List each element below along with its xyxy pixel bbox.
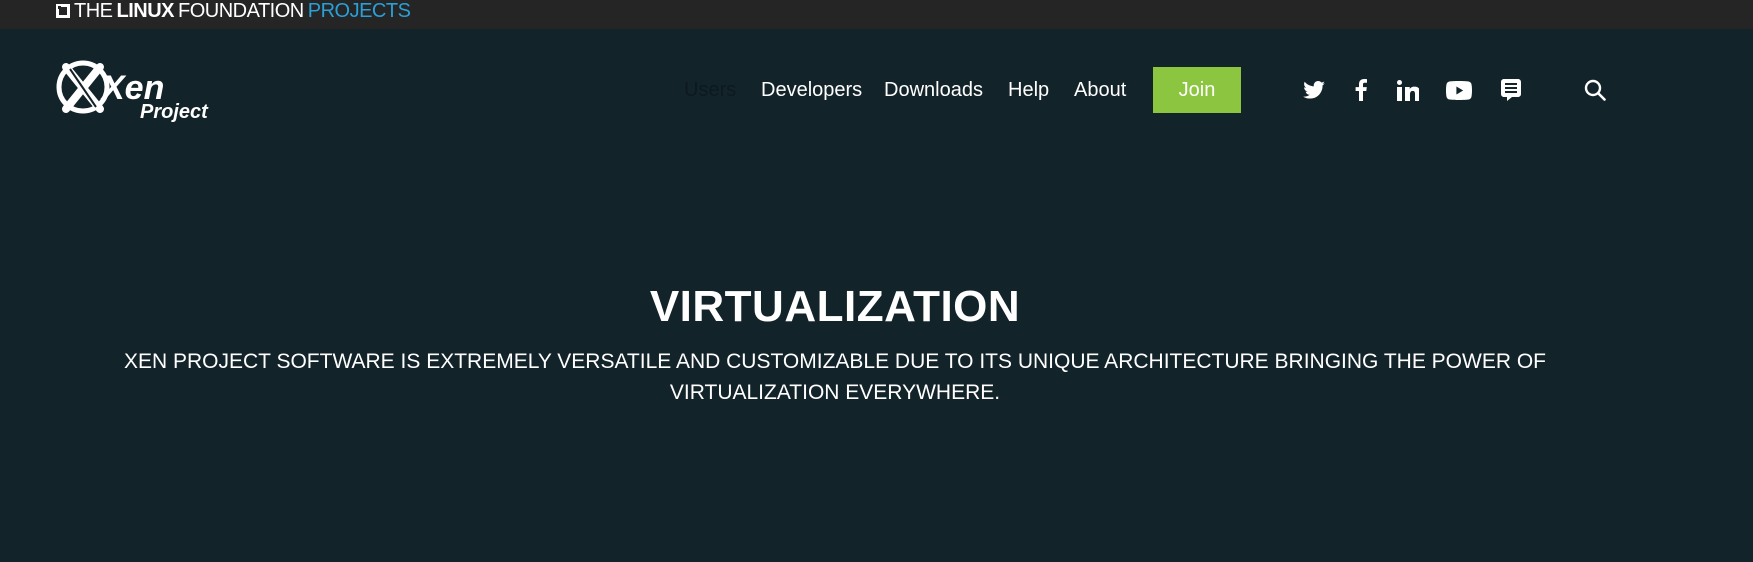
nav-users[interactable]: Users <box>684 67 736 113</box>
linkedin-icon[interactable] <box>1395 77 1421 103</box>
linux-foundation-square-icon <box>56 4 70 18</box>
logo-project-text: Project <box>140 101 209 123</box>
youtube-icon[interactable] <box>1446 77 1472 103</box>
search-icon[interactable] <box>1582 77 1608 103</box>
brand-the: THE <box>74 0 113 22</box>
hero-title: VIRTUALIZATION <box>649 282 1021 331</box>
brand-projects: PROJECTS <box>307 0 411 22</box>
nav-help[interactable]: Help <box>1008 67 1049 113</box>
facebook-icon[interactable] <box>1348 77 1374 103</box>
site-header: Xen Project Users Developers Downloads H… <box>0 29 1753 149</box>
chat-icon[interactable] <box>1498 77 1524 103</box>
hero-subtitle-line-2: VIRTUALIZATION EVERYWHERE. <box>669 381 1001 404</box>
twitter-icon[interactable] <box>1301 77 1327 103</box>
xen-project-logo[interactable]: Xen Project <box>56 57 221 123</box>
hero-subtitle: XEN PROJECT SOFTWARE IS EXTREMELY VERSAT… <box>120 346 1550 408</box>
brand-linux: LINUX <box>116 0 175 22</box>
join-button[interactable]: Join <box>1153 67 1241 113</box>
xen-logo-mark: Xen Project <box>56 60 209 123</box>
nav-downloads[interactable]: Downloads <box>884 67 983 113</box>
linux-foundation-logo[interactable]: THE LINUX FOUNDATION PROJECTS <box>56 0 411 22</box>
hero-subtitle-line-1: XEN PROJECT SOFTWARE IS EXTREMELY VERSAT… <box>123 350 1546 373</box>
nav-about[interactable]: About <box>1074 67 1126 113</box>
nav-developers[interactable]: Developers <box>761 67 862 113</box>
linux-foundation-bar: THE LINUX FOUNDATION PROJECTS <box>0 0 1753 29</box>
brand-foundation: FOUNDATION <box>178 0 304 22</box>
